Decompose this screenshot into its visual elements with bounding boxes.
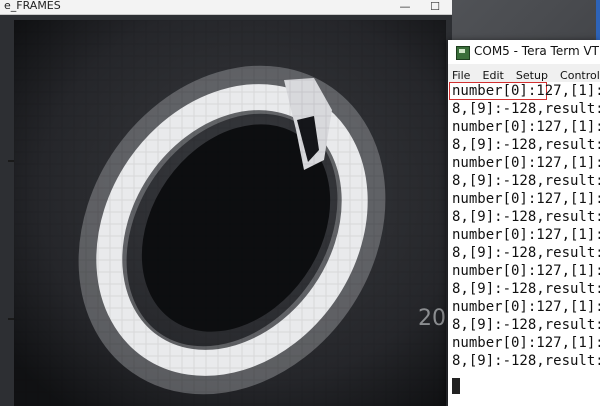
terminal-line: number[0]:127,[1]:-: [452, 227, 600, 243]
frame-viewer-window: e_FRAMES — ☐ 20: [0, 0, 452, 406]
tick-mark: [8, 318, 14, 320]
terminal-line: 8,[9]:-128,result:0: [452, 317, 600, 333]
menu-file[interactable]: File: [448, 67, 473, 82]
menu-control[interactable]: Control: [556, 67, 600, 82]
terminal-line: number[0]:127,[1]:-: [452, 263, 600, 279]
frame-image-canvas: [14, 20, 446, 406]
minimize-button[interactable]: —: [390, 0, 420, 14]
teraterm-window-title: COM5 - Tera Term VT: [474, 44, 599, 58]
terminal-line: 8,[9]:-128,result:0: [452, 173, 600, 189]
terminal-line: 8,[9]:-128,result:0: [452, 101, 600, 117]
axis-year-label: 20: [418, 306, 446, 331]
terminal-line: number[0]:127,[1]:-: [452, 191, 600, 207]
terminal-line: number[0]:127,[1]:-: [452, 83, 600, 99]
terminal-cursor: [452, 378, 460, 394]
frame-titlebar: e_FRAMES — ☐: [0, 0, 452, 15]
teraterm-menubar: File Edit Setup Control Wi: [448, 64, 600, 82]
pixelated-digit-image: [14, 20, 446, 406]
terminal-line: 8,[9]:-128,result:0: [452, 353, 600, 369]
terminal-line: 8,[9]:-128,result:0: [452, 209, 600, 225]
maximize-button[interactable]: ☐: [420, 0, 450, 14]
tick-mark: [8, 160, 14, 162]
menu-edit[interactable]: Edit: [479, 67, 507, 82]
terminal-line: 8,[9]:-128,result:0: [452, 281, 600, 297]
frame-window-title: e_FRAMES: [4, 0, 61, 12]
terminal-line: number[0]:127,[1]:-: [452, 299, 600, 315]
terminal-line: number[0]:127,[1]:-: [452, 155, 600, 171]
teraterm-window: COM5 - Tera Term VT File Edit Setup Cont…: [448, 40, 600, 406]
terminal-line: 8,[9]:-128,result:0: [452, 137, 600, 153]
terminal-line: number[0]:127,[1]:-: [452, 119, 600, 135]
teraterm-titlebar: COM5 - Tera Term VT: [448, 40, 600, 64]
teraterm-app-icon: [456, 46, 470, 60]
terminal-output[interactable]: number[0]:127,[1]:- 8,[9]:-128,result:0 …: [448, 82, 600, 406]
menu-setup[interactable]: Setup: [512, 67, 551, 82]
terminal-line: 8,[9]:-128,result:0: [452, 245, 600, 261]
terminal-line: number[0]:127,[1]:-: [452, 335, 600, 351]
